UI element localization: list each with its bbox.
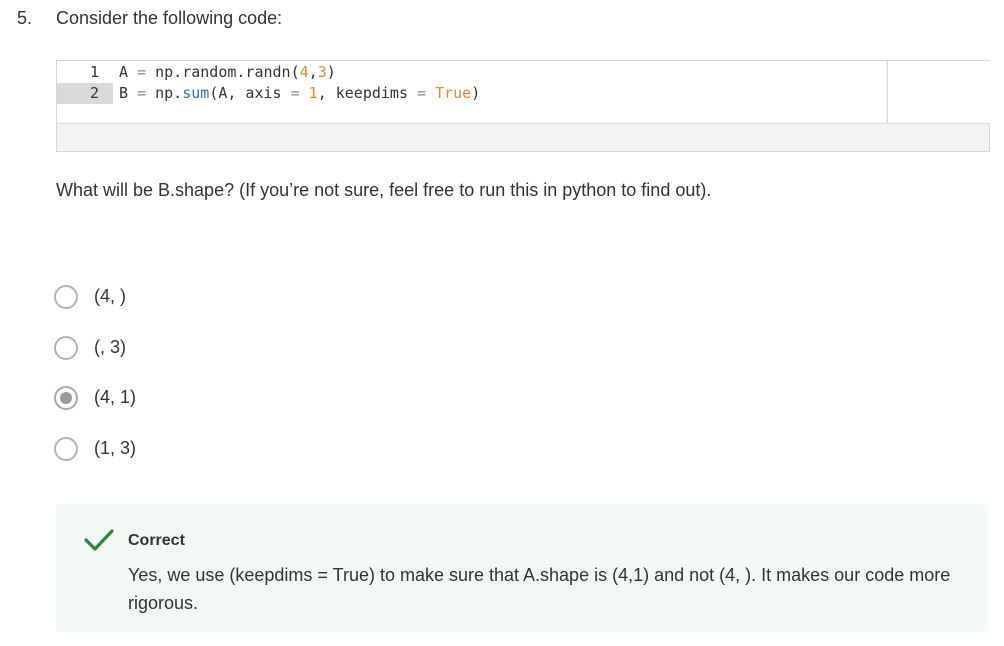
code-token: 3	[317, 63, 327, 81]
code-token: , keepdims	[317, 84, 418, 102]
radio-button[interactable]	[54, 336, 78, 360]
question-number: 5.	[17, 8, 33, 28]
feedback-panel: Correct Yes, we use (keepdims = True) to…	[56, 504, 988, 632]
code-token: np.random.randn(	[146, 63, 300, 81]
code-token: =	[137, 63, 147, 81]
question-text: What will be B.shape? (If you’re not sur…	[56, 180, 712, 200]
code-token: ,	[308, 63, 318, 81]
line-number-active: 2	[57, 83, 113, 104]
radio-button[interactable]	[54, 285, 78, 309]
code-token: )	[326, 63, 336, 81]
option-label: (1, 3)	[94, 438, 137, 458]
code-token: A	[119, 63, 138, 81]
code-token: =	[417, 84, 427, 102]
code-editor[interactable]: 1 2 A = np.random.randn(4,3) B = np.sum(A…	[57, 61, 886, 124]
code-token: B	[119, 84, 138, 102]
option-1[interactable]: (4, )	[54, 284, 354, 314]
code-token: 4	[299, 63, 309, 81]
code-block: 1 2 A = np.random.randn(4,3) B = np.sum(A…	[56, 60, 990, 152]
option-label: (, 3)	[94, 337, 127, 357]
radio-button-checked[interactable]	[54, 386, 78, 410]
code-token: )	[471, 84, 481, 102]
option-2[interactable]: (, 3)	[54, 335, 354, 365]
option-3[interactable]: (4, 1)	[54, 385, 354, 415]
code-output-panel	[887, 61, 990, 124]
code-token: =	[290, 84, 300, 102]
feedback-explanation: Yes, we use (keepdims = True) to make su…	[128, 565, 951, 613]
code-lines: A = np.random.randn(4,3) B = np.sum(A, ax…	[119, 62, 480, 104]
radio-button[interactable]	[54, 437, 78, 461]
question-prompt: Consider the following code:	[56, 8, 283, 28]
code-line: A = np.random.randn(4,3)	[119, 62, 480, 83]
code-token: np.	[146, 84, 183, 102]
line-number: 1	[89, 63, 99, 81]
code-token: True	[435, 84, 472, 102]
feedback-status: Correct	[128, 532, 185, 549]
code-token: 1	[308, 84, 318, 102]
checkmark-icon	[84, 529, 114, 551]
line-number-gutter: 1 2	[57, 62, 113, 104]
option-label: (4, )	[94, 286, 127, 306]
code-token: =	[137, 84, 147, 102]
option-label: (4, 1)	[94, 387, 137, 407]
code-token: (A, axis	[209, 84, 291, 102]
code-token: sum	[182, 84, 210, 102]
code-line: B = np.sum(A, axis = 1, keepdims = True)	[119, 83, 480, 104]
option-4[interactable]: (1, 3)	[54, 436, 354, 466]
